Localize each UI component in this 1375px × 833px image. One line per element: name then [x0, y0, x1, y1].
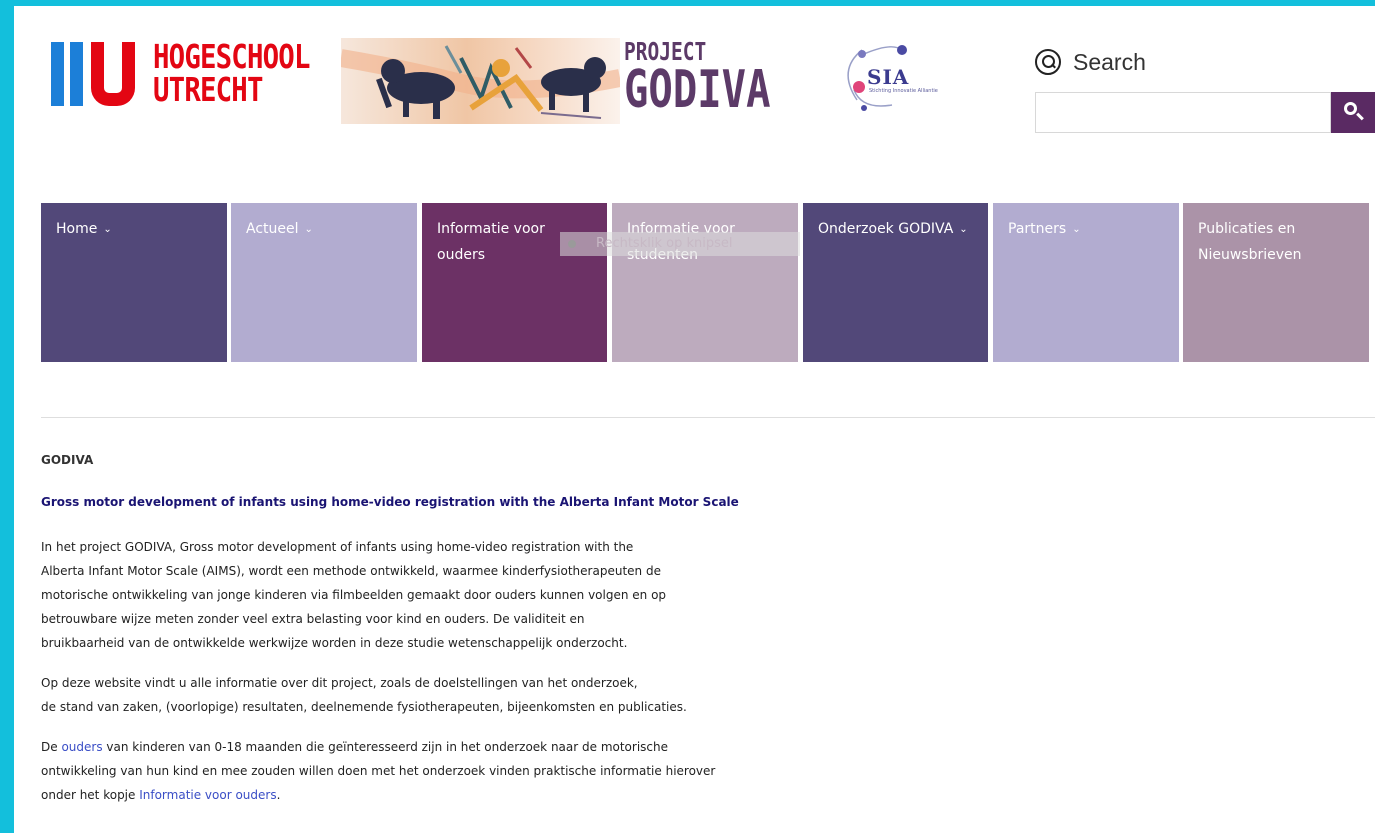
- text: .: [276, 788, 281, 802]
- sia-logo[interactable]: SIA Stichting Innovatie Alliantie: [832, 40, 962, 120]
- page-title: GODIVA: [41, 453, 94, 467]
- nav-item-partners[interactable]: Partners ⌄: [993, 203, 1179, 362]
- logo-bar: [70, 42, 83, 106]
- logo-text-line2: UTRECHT: [153, 70, 263, 109]
- nav-item-onderzoek-godiva[interactable]: Onderzoek GODIVA ⌄: [803, 203, 988, 362]
- sia-subtitle: Stichting Innovatie Alliantie: [869, 88, 938, 94]
- logo-text-line1: HOGESCHOOL: [153, 37, 310, 76]
- ouders-link[interactable]: ouders: [61, 740, 102, 754]
- nav-item-label: Publicaties en Nieuwsbrieven: [1198, 221, 1302, 263]
- search-icon-handle: [1356, 112, 1364, 121]
- nav-item-informatie-voor-ouders[interactable]: Informatie voor ouders: [422, 203, 607, 362]
- sia-text: SIA: [867, 65, 910, 89]
- hu-logo-mark[interactable]: [51, 42, 141, 106]
- logo-u-shape: [91, 42, 135, 106]
- text: van kinderen van 0-18 maanden die geïnte…: [102, 740, 669, 754]
- crawling-babies-banner-image: [341, 38, 620, 124]
- chevron-down-icon: ⌄: [959, 224, 968, 235]
- nav-item-informatie-voor-studenten[interactable]: Informatie voor studenten: [612, 203, 798, 362]
- nav-item-label: Onderzoek GODIVA: [818, 221, 954, 237]
- hogeschool-utrecht-logo-text[interactable]: HOGESCHOOL UTRECHT: [153, 40, 310, 106]
- paragraph-line: betrouwbare wijze meten zonder veel extr…: [41, 612, 585, 626]
- paragraph-line: onder het kopje Informatie voor ouders.: [41, 783, 715, 807]
- nav-item-label: Partners: [1008, 221, 1067, 237]
- paragraph-line: De ouders van kinderen van 0-18 maanden …: [41, 735, 715, 759]
- paragraph-line: Op deze website vindt u alle informatie …: [41, 676, 638, 690]
- website-info-paragraph: Op deze website vindt u alle informatie …: [41, 671, 687, 719]
- search-icon: [1035, 49, 1061, 75]
- nav-item-label: Informatie voor ouders: [437, 221, 545, 263]
- nav-item-publicaties-en-nieuwsbrieven[interactable]: Publicaties en Nieuwsbrieven: [1183, 203, 1369, 362]
- text: onder het kopje: [41, 788, 140, 802]
- search-label: Search: [1073, 48, 1146, 75]
- search-header: Search: [1035, 46, 1146, 78]
- page-subtitle: Gross motor development of infants using…: [41, 495, 739, 509]
- divider: [41, 417, 1375, 418]
- search-input[interactable]: [1035, 92, 1331, 133]
- nav-item-label: Home: [56, 221, 98, 237]
- paragraph-line: Alberta Infant Motor Scale (AIMS), wordt…: [41, 564, 661, 578]
- paragraph-line: motorische ontwikkeling van jonge kinder…: [41, 588, 667, 602]
- paragraph-line: ontwikkeling van hun kind en mee zouden …: [41, 764, 716, 778]
- paragraph-line: de stand van zaken, (voorlopige) resulta…: [41, 700, 687, 714]
- chevron-down-icon: ⌄: [103, 224, 112, 235]
- window-frame-top: [0, 0, 1375, 6]
- nav-item-home[interactable]: Home ⌄: [41, 203, 227, 362]
- snip-tooltip: Rechtsklik op knipsel: [560, 232, 800, 256]
- chevron-down-icon: ⌄: [304, 224, 313, 235]
- godiva-label: GODIVA: [624, 60, 771, 120]
- search-button[interactable]: [1331, 92, 1375, 133]
- window-frame-left: [0, 0, 14, 833]
- search-icon: [1344, 102, 1357, 115]
- chevron-down-icon: ⌄: [1072, 224, 1081, 235]
- intro-paragraph: In het project GODIVA, Gross motor devel…: [41, 535, 666, 655]
- tooltip-text: Rechtsklik op knipsel: [596, 236, 733, 251]
- main-content: GODIVA Gross motor development of infant…: [41, 451, 761, 802]
- parents-paragraph: De ouders van kinderen van 0-18 maanden …: [41, 735, 715, 807]
- paragraph-line: In het project GODIVA, Gross motor devel…: [41, 540, 634, 554]
- paragraph-line: bruikbaarheid van de ontwikkelde werkwij…: [41, 636, 628, 650]
- nav-item-label: Actueel: [246, 221, 299, 237]
- text: De: [41, 740, 62, 754]
- informatie-voor-ouders-link[interactable]: Informatie voor ouders: [139, 788, 276, 802]
- nav-item-actueel[interactable]: Actueel ⌄: [231, 203, 417, 362]
- logo-bar: [51, 42, 64, 106]
- tooltip-dot-icon: [568, 240, 576, 248]
